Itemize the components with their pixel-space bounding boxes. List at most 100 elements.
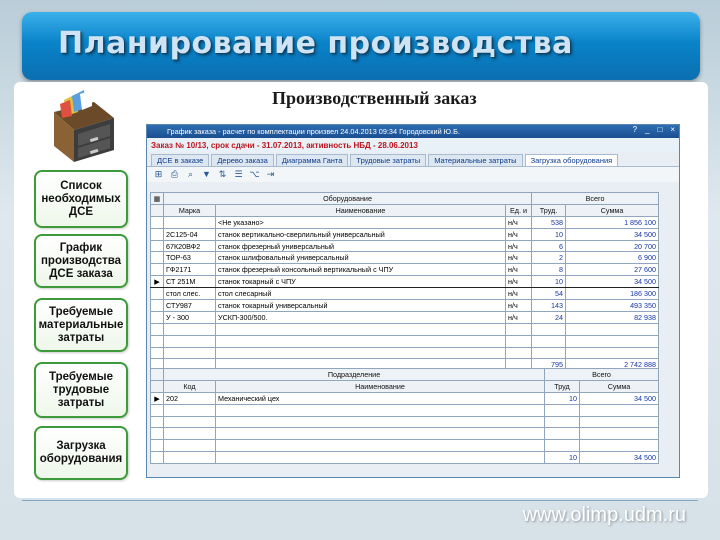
nav-labor-costs-button[interactable]: Требуемые трудовые затраты (34, 362, 128, 418)
code-cell[interactable]: 202 (163, 391, 216, 405)
sum-cell[interactable]: 6 900 (565, 251, 660, 265)
row-marker[interactable] (150, 263, 164, 277)
row-marker[interactable] (150, 287, 164, 301)
tree-icon[interactable]: ⌥ (249, 169, 260, 180)
brand-cell[interactable]: 67К20ВФ2 (163, 239, 216, 253)
col-name[interactable]: Наименование (215, 203, 506, 217)
row-marker[interactable] (150, 227, 164, 241)
labor-cell[interactable]: 538 (531, 215, 567, 229)
col-dept-sum[interactable]: Сумма (578, 379, 660, 393)
col-dept-name[interactable]: Наименование (215, 379, 545, 393)
name-cell[interactable]: стол слесарный (215, 287, 506, 301)
table-row[interactable]: ▶ СТ 251М станок токарный с ЧПУ н/ч 10 34 500 (150, 275, 660, 289)
list-icon[interactable]: ☰ (233, 169, 244, 180)
unit-cell[interactable]: н/ч (504, 227, 533, 241)
table-row[interactable]: ТОР-63 станок шлифовальный универсальный н… (150, 251, 660, 265)
tab-material-costs[interactable]: Материальные затраты (428, 154, 523, 166)
name-cell[interactable]: станок шлифовальный универсальный (215, 251, 506, 265)
row-marker[interactable]: ▶ (150, 275, 164, 289)
labor-cell[interactable]: 143 (531, 299, 567, 312)
brand-cell[interactable]: 2С125-04 (163, 227, 216, 241)
table-row[interactable]: 2С125-04 станок вертикально-сверлильный у… (150, 227, 660, 241)
row-marker[interactable] (150, 251, 164, 265)
brand-cell[interactable]: СТ 251М (163, 275, 216, 289)
sum-cell[interactable]: 34 500 (565, 227, 660, 241)
labor-cell[interactable]: 10 (531, 227, 567, 241)
dept-labor-cell[interactable]: 10 (544, 391, 580, 405)
unit-cell[interactable]: н/ч (504, 287, 533, 301)
nav-dse-schedule-button[interactable]: График производства ДСЕ заказа (34, 234, 128, 288)
col-labor[interactable]: Труд. (531, 203, 567, 217)
table-row[interactable]: 67К20ВФ2 станок фрезерный универсальный н/… (150, 239, 660, 253)
labor-cell[interactable]: 10 (531, 275, 567, 289)
table-row[interactable]: ▶ 202 Механический цех 10 34 500 (150, 391, 660, 405)
minimize-icon[interactable]: _ (645, 125, 649, 134)
name-cell[interactable]: <Не указано> (215, 215, 506, 229)
maximize-icon[interactable]: □ (657, 125, 662, 134)
sum-cell[interactable]: 186 300 (565, 287, 660, 301)
table-row[interactable]: <Не указано> н/ч 538 1 856 100 (150, 215, 660, 229)
unit-cell[interactable]: н/ч (504, 251, 533, 265)
brand-cell[interactable]: У - 300 (163, 310, 216, 324)
labor-cell[interactable]: 2 (531, 251, 567, 265)
sort-icon[interactable]: ⇅ (217, 169, 228, 180)
name-cell[interactable]: станок фрезерный консольный вертикальный… (215, 263, 506, 277)
add-icon[interactable]: ⊞ (153, 169, 164, 180)
sum-cell[interactable]: 1 856 100 (565, 215, 660, 229)
name-cell[interactable]: станок токарный с ЧПУ (215, 275, 506, 289)
brand-cell[interactable]: ГФ2171 (163, 263, 216, 277)
brand-cell[interactable]: СТУ987 (163, 299, 216, 312)
unit-cell[interactable]: н/ч (504, 239, 533, 253)
exit-icon[interactable]: ⇥ (265, 169, 276, 180)
row-marker[interactable]: ▶ (150, 391, 164, 405)
name-cell[interactable]: станок вертикально-сверлильный универсал… (215, 227, 506, 241)
filter-icon[interactable]: ▼ (201, 169, 212, 180)
help-icon[interactable]: ? (633, 125, 637, 134)
unit-cell[interactable]: н/ч (504, 215, 533, 229)
unit-cell[interactable]: н/ч (504, 310, 533, 324)
row-marker[interactable] (150, 215, 164, 229)
brand-cell[interactable]: стол слес. (163, 287, 216, 301)
col-dept-labor[interactable]: Труд (544, 379, 580, 393)
close-icon[interactable]: × (670, 125, 675, 134)
unit-cell[interactable]: н/ч (504, 299, 533, 312)
tab-dse-in-order[interactable]: ДСЕ в заказе (151, 154, 210, 166)
labor-cell[interactable]: 54 (531, 287, 567, 301)
name-cell[interactable]: станок токарный универсальный (215, 299, 506, 312)
row-marker[interactable] (150, 310, 164, 324)
tab-order-tree[interactable]: Дерево заказа (211, 154, 274, 166)
table-row[interactable]: СТУ987 станок токарный универсальный н/ч 14… (150, 299, 660, 312)
col-brand[interactable]: Марка (163, 203, 216, 217)
sum-cell[interactable]: 493 350 (565, 299, 660, 312)
labor-cell[interactable]: 6 (531, 239, 567, 253)
col-code[interactable]: Код (163, 379, 216, 393)
brand-cell[interactable] (163, 215, 216, 229)
name-cell[interactable]: УСКП-300/500. (215, 310, 506, 324)
dept-name-cell[interactable]: Механический цех (215, 391, 545, 405)
col-unit[interactable]: Ед. и (504, 203, 533, 217)
nav-equipment-load-button[interactable]: Загрузка оборудования (34, 426, 128, 480)
name-cell[interactable]: станок фрезерный универсальный (215, 239, 506, 253)
table-row[interactable]: У - 300 УСКП-300/500. н/ч 24 82 938 (150, 310, 660, 324)
row-marker[interactable] (150, 299, 164, 312)
sum-cell[interactable]: 27 600 (565, 263, 660, 277)
nav-material-costs-button[interactable]: Требуемые материальные затраты (34, 298, 128, 352)
search-icon[interactable]: ⌕ (185, 169, 196, 180)
sum-cell[interactable]: 82 938 (565, 310, 660, 324)
labor-cell[interactable]: 24 (531, 310, 567, 324)
tab-equipment-load[interactable]: Загрузка оборудования (524, 154, 619, 166)
sum-cell[interactable]: 20 700 (565, 239, 660, 253)
tab-labor-costs[interactable]: Трудовые затраты (350, 154, 427, 166)
unit-cell[interactable]: н/ч (504, 263, 533, 277)
unit-cell[interactable]: н/ч (504, 275, 533, 289)
print-icon[interactable]: ⎙ (169, 169, 180, 180)
sum-cell[interactable]: 34 500 (565, 275, 660, 289)
footer-url[interactable]: www.olimp.udm.ru (523, 504, 686, 527)
table-row[interactable]: стол слес. стол слесарный н/ч 54 186 300 (150, 287, 660, 301)
row-marker[interactable] (150, 239, 164, 253)
brand-cell[interactable]: ТОР-63 (163, 251, 216, 265)
nav-dse-list-button[interactable]: Список необходимых ДСЕ (34, 170, 128, 228)
dept-sum-cell[interactable]: 34 500 (578, 391, 660, 405)
tab-gantt[interactable]: Диаграмма Ганта (275, 154, 349, 166)
labor-cell[interactable]: 8 (531, 263, 567, 277)
